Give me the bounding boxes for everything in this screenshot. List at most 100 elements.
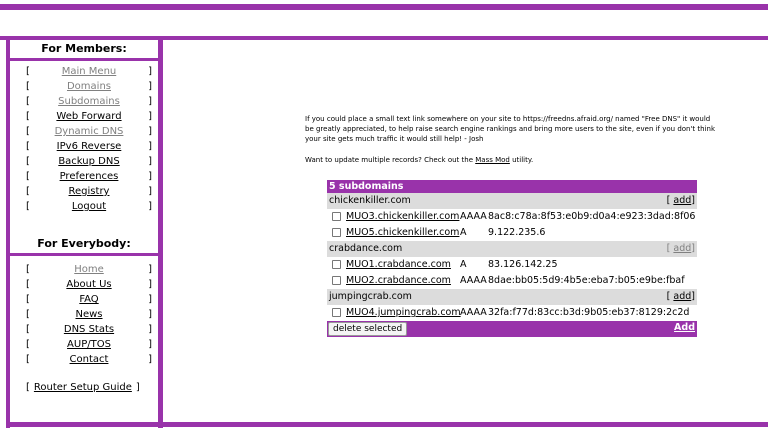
bracket-close: ] <box>135 382 140 393</box>
main-content: If you could place a small text link som… <box>163 40 768 422</box>
mass-mod-link[interactable]: Mass Mod <box>475 156 510 164</box>
subdomain-host-link[interactable]: MUO2.crabdance.com <box>346 273 451 289</box>
members-divider <box>10 58 158 61</box>
everybody-menu-row: [Home] <box>26 262 152 277</box>
members-menu-row: [ Preferences] <box>26 169 152 184</box>
row-select-checkbox[interactable] <box>332 228 341 237</box>
bracket-close: ] <box>148 141 152 152</box>
domain-add-control: [ add] <box>667 241 695 257</box>
bracket-open: [ <box>26 339 30 350</box>
bracket-open: [ <box>26 126 30 137</box>
sidebar-item-domains[interactable]: Domains <box>36 79 142 94</box>
router-guide-row: [ Router Setup Guide] <box>26 382 140 393</box>
members-menu-row: [Main Menu] <box>26 64 152 79</box>
domain-add-link[interactable]: add <box>673 195 691 206</box>
members-menu-row: [Backup DNS] <box>26 154 152 169</box>
members-menu-row: [ Subdomains] <box>26 94 152 109</box>
row-select-checkbox[interactable] <box>332 276 341 285</box>
subdomains-table-body: chickenkiller.com[ add] MUO3.chickenkille… <box>327 193 697 321</box>
bracket-open: [ <box>26 354 30 365</box>
row-select-checkbox[interactable] <box>332 260 341 269</box>
bracket-close: ] <box>691 291 695 302</box>
domain-add-link[interactable]: add <box>673 243 691 254</box>
bracket-open: [ <box>26 186 30 197</box>
everybody-menu-row: [ AUP/TOS] <box>26 337 152 352</box>
bracket-open: [ <box>26 171 30 182</box>
bracket-open: [ <box>26 96 30 107</box>
members-menu-row: [ Registry] <box>26 184 152 199</box>
bracket-close: ] <box>148 324 152 335</box>
sidebar-item-dynamic-dns[interactable]: Dynamic DNS <box>36 124 142 139</box>
sidebar-item-registry[interactable]: Registry <box>36 184 142 199</box>
subdomains-table: 5 subdomains chickenkiller.com[ add] MUO3… <box>327 180 697 337</box>
domain-name: jumpingcrab.com <box>329 291 412 302</box>
bracket-close: ] <box>148 354 152 365</box>
subdomains-count-header: 5 subdomains <box>327 180 697 193</box>
delete-selected-button[interactable]: delete selected <box>328 322 408 336</box>
bracket-close: ] <box>148 96 152 107</box>
sidebar-item-ipv6-reverse[interactable]: IPv6 Reverse <box>36 139 142 154</box>
sidebar-item-about-us[interactable]: About Us <box>36 277 142 292</box>
sidebar-item-subdomains[interactable]: Subdomains <box>36 94 142 109</box>
bracket-open: [ <box>26 66 30 77</box>
bracket-open: [ <box>26 141 30 152</box>
sidebar-item-aup-tos[interactable]: AUP/TOS <box>36 337 142 352</box>
subdomain-host-link[interactable]: MUO4.jumpingcrab.com <box>346 305 461 321</box>
bracket-close: ] <box>148 111 152 122</box>
bracket-close: ] <box>148 279 152 290</box>
sidebar-item-news[interactable]: News <box>36 307 142 322</box>
sidebar: For Members: [Main Menu] [Domains] [Subdom… <box>10 40 158 422</box>
bracket-close: ] <box>148 186 152 197</box>
subdomain-host-link[interactable]: MUO5.chickenkiller.com <box>346 225 459 241</box>
bracket-close: ] <box>148 201 152 212</box>
bracket-close: ] <box>148 264 152 275</box>
bracket-close: ] <box>148 294 152 305</box>
members-menu-row: [ Domains] <box>26 79 152 94</box>
sidebar-item-dns-stats[interactable]: DNS Stats <box>36 322 142 337</box>
frame-bottom-border <box>6 422 768 427</box>
domain-add-link[interactable]: add <box>673 291 691 302</box>
everybody-menu-row: [ DNS Stats] <box>26 322 152 337</box>
bracket-open: [ <box>26 156 30 167</box>
everybody-divider <box>10 253 158 256</box>
bracket-open: [ <box>26 324 30 335</box>
members-menu: [ Main Menu] [ Domains] [ Subdomains] [ Web For… <box>26 64 152 214</box>
record-value: 8ac8:c78a:8f53:e0b9:d0a4:e923:3dad:8f06 <box>488 211 696 222</box>
sidebar-item-contact[interactable]: Contact <box>36 352 142 367</box>
sidebar-item-preferences[interactable]: Preferences <box>36 169 142 184</box>
sidebar-item-home[interactable]: Home <box>36 262 142 277</box>
bracket-open: [ <box>26 81 30 92</box>
members-menu-row: [Logout] <box>26 199 152 214</box>
domain-name: chickenkiller.com <box>329 195 411 206</box>
link-request-notice: If you could place a small text link som… <box>305 115 715 143</box>
record-type: AAAA <box>460 275 487 286</box>
sidebar-item-main-menu[interactable]: Main Menu <box>36 64 142 79</box>
record-type: A <box>460 259 467 270</box>
row-select-checkbox[interactable] <box>332 212 341 221</box>
everybody-heading: For Everybody: <box>37 237 131 250</box>
router-setup-guide-link[interactable]: Router Setup Guide <box>34 382 132 393</box>
bracket-close: ] <box>148 339 152 350</box>
bracket-open: [ <box>26 382 30 393</box>
bracket-close: ] <box>148 126 152 137</box>
domain-group-row: chickenkiller.com [ add] <box>327 193 697 209</box>
everybody-menu-row: [FAQ] <box>26 292 152 307</box>
sidebar-item-web-forward[interactable]: Web Forward <box>36 109 142 124</box>
bracket-open: [ <box>26 279 30 290</box>
row-select-checkbox[interactable] <box>332 308 341 317</box>
everybody-menu-row: [News] <box>26 307 152 322</box>
bracket-close: ] <box>148 171 152 182</box>
top-accent-bar <box>0 4 768 10</box>
members-menu-row: [ Dynamic DNS] <box>26 124 152 139</box>
bracket-close: ] <box>148 81 152 92</box>
sidebar-item-faq[interactable]: FAQ <box>36 292 142 307</box>
subdomain-host-link[interactable]: MUO3.chickenkiller.com <box>346 209 459 225</box>
bracket-close: ] <box>691 243 695 254</box>
sidebar-item-backup-dns[interactable]: Backup DNS <box>36 154 142 169</box>
add-subdomain-link[interactable]: Add <box>674 322 695 333</box>
record-type: A <box>460 227 467 238</box>
subdomain-host-link[interactable]: MUO1.crabdance.com <box>346 257 451 273</box>
table-footer: delete selected Add <box>327 321 697 337</box>
sidebar-item-logout[interactable]: Logout <box>36 199 142 214</box>
mass-mod-prefix: Want to update multiple records? Check o… <box>305 156 476 164</box>
